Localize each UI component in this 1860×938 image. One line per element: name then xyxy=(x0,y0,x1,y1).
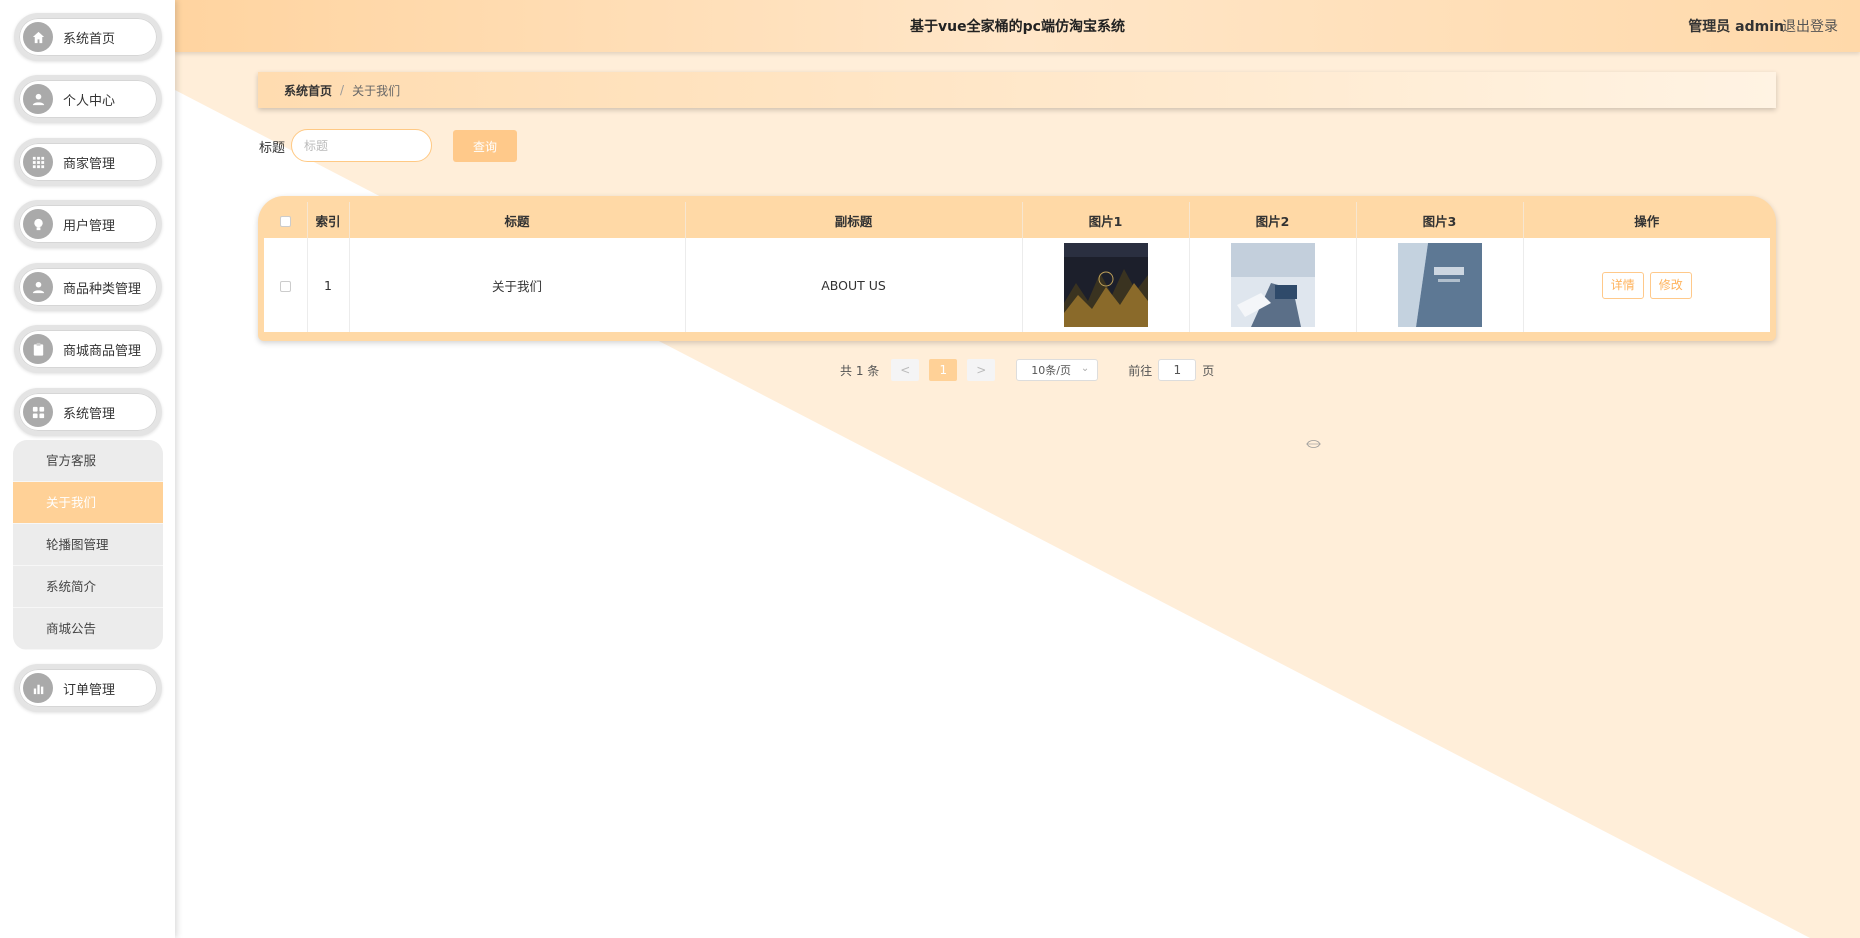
pagination: 共 1 条 < 1 > 10条/页 ⌄ 前往 1 页 xyxy=(840,358,1214,382)
page-unit-label: 页 xyxy=(1202,363,1215,378)
sidebar-item-orders[interactable]: 订单管理 xyxy=(14,664,162,712)
pagination-total: 共 1 条 xyxy=(840,363,880,378)
top-header: 基于vue全家桶的pc端仿淘宝系统 管理员 admin 退出登录 xyxy=(175,0,1860,52)
bar-chart-icon xyxy=(23,673,53,703)
page-size-select[interactable]: 10条/页 ⌄ xyxy=(1016,359,1099,381)
table-header-row: 索引 标题 副标题 图片1 图片2 图片3 操作 xyxy=(264,202,1770,238)
breadcrumb-current: 关于我们 xyxy=(352,83,401,98)
breadcrumb-home[interactable]: 系统首页 xyxy=(284,82,332,99)
column-header: 副标题 xyxy=(685,202,1023,238)
bulb-icon xyxy=(23,209,53,239)
grid-icon xyxy=(23,147,53,177)
page-size-value: 10条/页 xyxy=(1031,364,1071,377)
submenu-item-intro[interactable]: 系统简介 xyxy=(13,566,163,608)
subtitle-cell: ABOUT US xyxy=(685,238,1023,332)
sidebar-item-label: 系统首页 xyxy=(63,31,116,47)
submenu-item-service[interactable]: 官方客服 xyxy=(13,440,163,482)
title-cell: 关于我们 xyxy=(349,238,686,332)
select-all-cell xyxy=(264,202,308,238)
sidebar-item-system[interactable]: 系统管理 xyxy=(14,388,162,436)
row-checkbox[interactable] xyxy=(279,280,291,292)
edit-button[interactable]: 修改 xyxy=(1649,271,1692,299)
row-select-cell xyxy=(264,238,308,332)
sidebar-item-home[interactable]: 系统首页 xyxy=(14,13,162,61)
apps-icon xyxy=(23,397,53,427)
column-header: 操作 xyxy=(1634,213,1660,229)
detail-button[interactable]: 详情 xyxy=(1601,271,1644,299)
goto-label: 前往 xyxy=(1128,363,1153,378)
logout-link[interactable]: 退出登录 xyxy=(1782,16,1838,36)
user-icon xyxy=(23,272,53,302)
system-submenu: 官方客服 关于我们 轮播图管理 系统简介 商城公告 xyxy=(13,440,163,650)
submenu-item-about-us[interactable]: 关于我们 xyxy=(13,482,163,524)
sidebar-item-label: 商城商品管理 xyxy=(63,343,142,359)
column-header: 标题 xyxy=(349,202,686,238)
home-icon xyxy=(23,22,53,52)
data-table: 索引 标题 副标题 图片1 图片2 图片3 操作 1 关于我们 ABOUT US xyxy=(258,196,1776,341)
goto-page-input[interactable]: 1 xyxy=(1158,359,1197,381)
sidebar-item-profile[interactable]: 个人中心 xyxy=(14,75,162,123)
column-header: 图片2 xyxy=(1189,202,1357,238)
column-header: 图片1 xyxy=(1022,202,1190,238)
sidebar-item-label: 个人中心 xyxy=(63,93,116,109)
sidebar-item-label: 商品种类管理 xyxy=(63,281,142,297)
crosshair-icon xyxy=(1306,440,1321,448)
column-header: 图片3 xyxy=(1356,202,1524,238)
page-number-button[interactable]: 1 xyxy=(929,359,958,381)
user-name: 管理员 admin xyxy=(1688,19,1784,35)
select-all-checkbox[interactable] xyxy=(279,215,291,227)
search-button[interactable]: 查询 xyxy=(453,130,517,162)
sidebar-item-label: 用户管理 xyxy=(63,218,116,234)
sidebar-item-label: 商家管理 xyxy=(63,156,116,172)
breadcrumb: 系统首页 / 关于我们 xyxy=(258,72,1776,108)
breadcrumb-separator: / xyxy=(340,83,345,97)
clipboard-icon xyxy=(23,334,53,364)
chevron-down-icon: ⌄ xyxy=(1080,363,1090,374)
sidebar-item-label: 订单管理 xyxy=(63,682,116,698)
sidebar-item-label: 系统管理 xyxy=(63,406,116,422)
image-thumbnail-1[interactable] xyxy=(1063,243,1148,327)
sidebar-item-users[interactable]: 用户管理 xyxy=(14,200,162,248)
sidebar-item-products[interactable]: 商城商品管理 xyxy=(14,325,162,373)
sidebar-item-merchants[interactable]: 商家管理 xyxy=(14,138,162,186)
actions-cell: 详情 修改 xyxy=(1523,238,1770,332)
image-thumbnail-2[interactable] xyxy=(1230,243,1315,327)
search-label: 标题 xyxy=(259,141,286,156)
sidebar: 系统首页 个人中心 商家管理 用户管理 商品种类管理 商城商品管理 系统管理 官… xyxy=(0,0,175,938)
index-cell: 1 xyxy=(307,238,350,332)
user-icon xyxy=(23,84,53,114)
title-search-input[interactable] xyxy=(291,129,432,162)
column-header: 索引 xyxy=(307,202,350,238)
submenu-item-notice[interactable]: 商城公告 xyxy=(13,608,163,650)
app-title: 基于vue全家桶的pc端仿淘宝系统 xyxy=(910,19,1125,35)
sidebar-item-categories[interactable]: 商品种类管理 xyxy=(14,263,162,311)
table-row: 1 关于我们 ABOUT US 详情 修改 xyxy=(264,238,1770,332)
image1-cell xyxy=(1022,238,1190,332)
next-page-button[interactable]: > xyxy=(967,359,996,381)
submenu-item-carousel[interactable]: 轮播图管理 xyxy=(13,524,163,566)
image2-cell xyxy=(1189,238,1357,332)
image3-cell xyxy=(1356,238,1524,332)
image-thumbnail-3[interactable] xyxy=(1397,243,1482,327)
prev-page-button[interactable]: < xyxy=(891,359,920,381)
